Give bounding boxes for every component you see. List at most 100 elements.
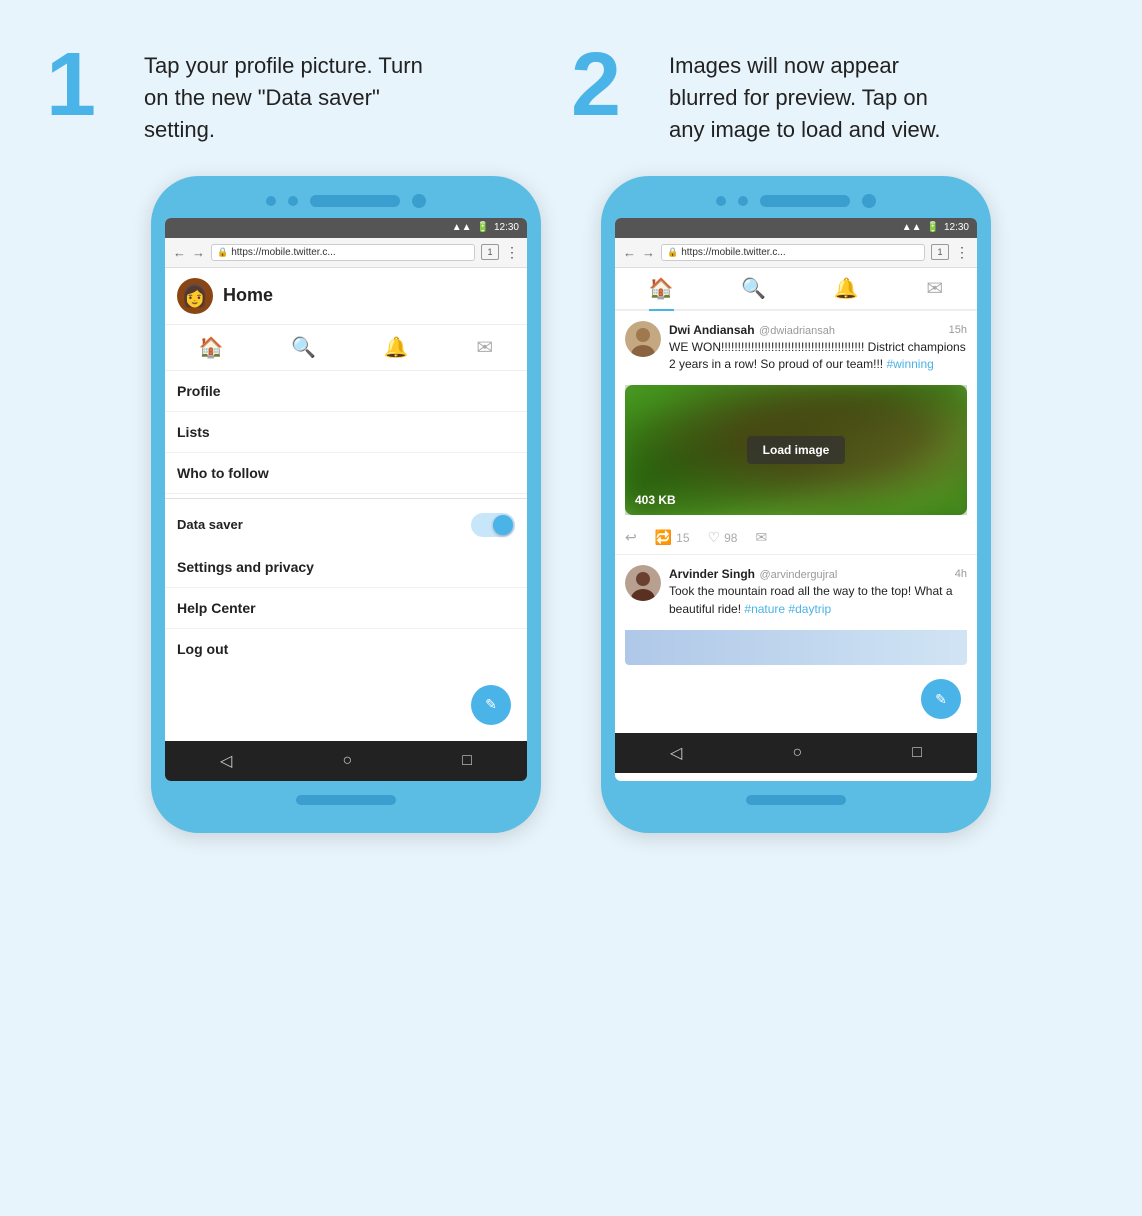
menu-item-settings[interactable]: Settings and privacy	[165, 547, 527, 588]
phone-1-screen: ▲▲ 🔋 12:30 ← → 🔒 https://mobile.twitter.…	[165, 218, 527, 781]
home-button[interactable]: ○	[342, 752, 352, 770]
menu-item-lists[interactable]: Lists	[165, 412, 527, 453]
tweet-2-avatar	[625, 565, 661, 601]
signal-icon: ▲▲	[452, 222, 472, 233]
nav-notifications[interactable]: 🔔	[834, 276, 859, 309]
tweet-1-handle: @dwiadriansah	[759, 325, 835, 337]
forward-arrow[interactable]: →	[192, 245, 205, 260]
search-icon[interactable]: 🔍	[291, 335, 316, 360]
messages-icon[interactable]: ✉	[476, 335, 493, 360]
tweet-2-hashtags[interactable]: #nature #daytrip	[744, 602, 831, 616]
tweet-1-avatar	[625, 321, 661, 357]
nav-messages[interactable]: ✉	[926, 276, 943, 309]
share-action[interactable]: ✉	[755, 529, 767, 546]
menu-item-logout[interactable]: Log out	[165, 629, 527, 669]
compose-fab-2[interactable]: ✎	[921, 679, 961, 719]
step-text-2: Images will now appear blurred for previ…	[669, 40, 969, 146]
share-icon: ✉	[755, 529, 767, 546]
notifications-icon[interactable]: 🔔	[384, 335, 409, 360]
nav-search[interactable]: 🔍	[741, 276, 766, 309]
image-blur-overlay: Load image	[625, 385, 967, 515]
notifications-nav-icon: 🔔	[834, 276, 859, 301]
tab-button[interactable]: 1	[481, 244, 499, 260]
instruction-block-1: 1 Tap your profile picture. Turn on the …	[46, 40, 571, 146]
battery-icon: 🔋	[477, 222, 489, 233]
phones-row: ▲▲ 🔋 12:30 ← → 🔒 https://mobile.twitter.…	[46, 176, 1096, 833]
browser-menu-icon-2[interactable]: ⋮	[955, 244, 969, 261]
tweet-1-hashtag[interactable]: #winning	[886, 357, 933, 371]
back-button[interactable]: ◁	[220, 751, 232, 771]
tab-button-2[interactable]: 1	[931, 244, 949, 260]
like-icon: ♡	[708, 529, 721, 546]
messages-nav-icon: ✉	[926, 276, 943, 301]
data-saver-toggle[interactable]	[471, 513, 515, 537]
phone-1-dot-right	[288, 196, 298, 206]
phone-2-top-bar	[615, 194, 977, 208]
phone-1-bottom-nav: ◁ ○ □	[165, 741, 527, 781]
home-nav-icon: 🏠	[649, 276, 674, 301]
tweet-1-time: 15h	[949, 324, 967, 336]
tweet-1-image[interactable]: Load image 403 KB	[625, 385, 967, 515]
phone-2-browser-bar: ← → 🔒 https://mobile.twitter.c... 1 ⋮	[615, 238, 977, 268]
phone-2-camera	[862, 194, 876, 208]
reply-action[interactable]: ↩	[625, 529, 637, 546]
phone-1-status-bar: ▲▲ 🔋 12:30	[165, 218, 527, 238]
forward-arrow-2[interactable]: →	[642, 245, 655, 260]
compose-icon-2: ✎	[935, 691, 947, 708]
menu-item-help[interactable]: Help Center	[165, 588, 527, 629]
step-number-2: 2	[571, 40, 651, 130]
tweet-1-meta: Dwi Andiansah @dwiadriansah 15h WE WON!!…	[669, 321, 967, 381]
menu-items: Profile Lists Who to follow Data saver S…	[165, 371, 527, 669]
retweet-count: 15	[676, 531, 689, 545]
tweet-2-image-placeholder	[625, 630, 967, 665]
phone-2-dot-left	[716, 196, 726, 206]
nav-icons-row: 🏠 🔍 🔔 ✉	[165, 325, 527, 371]
tweet-1-text: WE WON!!!!!!!!!!!!!!!!!!!!!!!!!!!!!!!!!!…	[669, 339, 967, 374]
sidebar-header: 👩 Home	[165, 268, 527, 325]
tweet-1: Dwi Andiansah @dwiadriansah 15h WE WON!!…	[615, 311, 977, 556]
tweet-1-header: Dwi Andiansah @dwiadriansah 15h WE WON!!…	[625, 321, 967, 381]
tweet-2-text: Took the mountain road all the way to th…	[669, 583, 967, 618]
image-size: 403 KB	[635, 493, 676, 507]
phone-1-dot-left	[266, 196, 276, 206]
recents-button-2[interactable]: □	[912, 744, 922, 762]
phone-2-bottom-nav: ◁ ○ □	[615, 733, 977, 773]
phone-2-home-indicator	[746, 795, 846, 805]
home-icon[interactable]: 🏠	[199, 335, 224, 360]
nav-home[interactable]: 🏠	[649, 276, 674, 311]
retweet-icon: 🔁	[655, 529, 672, 546]
url-text: https://mobile.twitter.c...	[231, 247, 335, 258]
menu-divider	[165, 498, 527, 499]
url-bar-2[interactable]: 🔒 https://mobile.twitter.c...	[661, 244, 925, 261]
browser-menu-icon[interactable]: ⋮	[505, 244, 519, 261]
load-image-button[interactable]: Load image	[747, 436, 846, 464]
toggle-knob	[493, 515, 513, 535]
tweet-2-time: 4h	[955, 568, 967, 580]
phone-1-home-indicator	[296, 795, 396, 805]
step-number-1: 1	[46, 40, 126, 130]
phone-1-browser-bar: ← → 🔒 https://mobile.twitter.c... 1 ⋮	[165, 238, 527, 268]
menu-item-who-to-follow[interactable]: Who to follow	[165, 453, 527, 494]
tweet-2: Arvinder Singh @arvindergujral 4h Took t…	[615, 555, 977, 665]
search-nav-icon: 🔍	[741, 276, 766, 301]
tweet-2-name: Arvinder Singh	[669, 567, 755, 581]
status-time: 12:30	[494, 222, 519, 233]
lock-icon-2: 🔒	[667, 247, 678, 258]
user-avatar[interactable]: 👩	[177, 278, 213, 314]
back-arrow-2[interactable]: ←	[623, 245, 636, 260]
tweet-2-meta: Arvinder Singh @arvindergujral 4h Took t…	[669, 565, 967, 625]
like-action[interactable]: ♡ 98	[708, 529, 738, 546]
phone-2: ▲▲ 🔋 12:30 ← → 🔒 https://mobile.twitter.…	[601, 176, 991, 833]
home-button-2[interactable]: ○	[792, 744, 802, 762]
data-saver-label: Data saver	[177, 517, 243, 532]
compose-fab[interactable]: ✎	[471, 685, 511, 725]
url-bar[interactable]: 🔒 https://mobile.twitter.c...	[211, 244, 475, 261]
back-button-2[interactable]: ◁	[670, 743, 682, 763]
back-arrow[interactable]: ←	[173, 245, 186, 260]
retweet-action[interactable]: 🔁 15	[655, 529, 690, 546]
menu-item-profile[interactable]: Profile	[165, 371, 527, 412]
recents-button[interactable]: □	[462, 752, 472, 770]
phone-1-top-bar	[165, 194, 527, 208]
phone-1-speaker	[310, 195, 400, 207]
phone-1: ▲▲ 🔋 12:30 ← → 🔒 https://mobile.twitter.…	[151, 176, 541, 833]
